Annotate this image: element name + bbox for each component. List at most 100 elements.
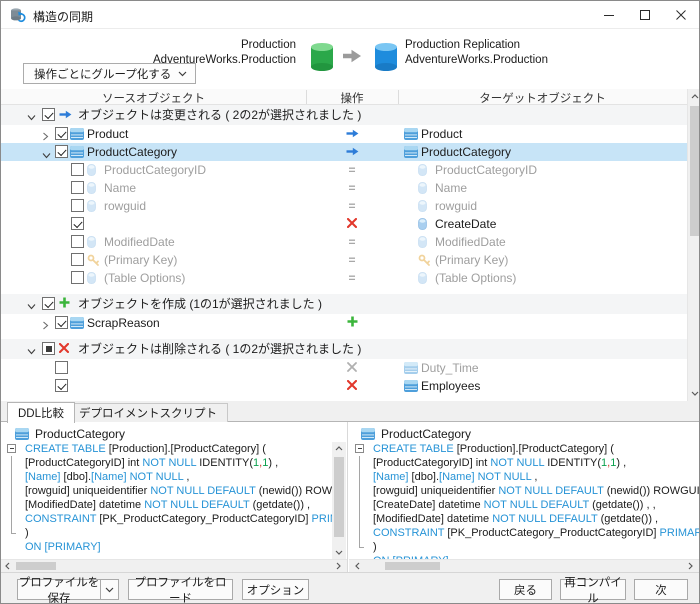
row-checkbox[interactable] bbox=[55, 379, 68, 392]
object-row[interactable]: Employees bbox=[1, 377, 687, 395]
code-fold-toggle[interactable] bbox=[7, 444, 16, 453]
scroll-down-button[interactable] bbox=[332, 546, 346, 559]
op-delete-x-icon bbox=[347, 379, 357, 393]
row-checkbox[interactable] bbox=[42, 108, 55, 121]
object-row[interactable]: CreateDate bbox=[1, 215, 687, 233]
operation-cell bbox=[337, 314, 367, 332]
row-checkbox[interactable] bbox=[55, 127, 68, 140]
chevron-down-icon bbox=[178, 71, 187, 77]
window-title: 構造の同期 bbox=[33, 8, 93, 25]
tree-vertical-scrollbar[interactable] bbox=[687, 89, 700, 401]
op-create-plus-icon bbox=[347, 316, 358, 330]
ddl-source-code: CREATE TABLE [Production].[ProductCatego… bbox=[1, 442, 332, 559]
op-equals-icon: = bbox=[348, 271, 355, 285]
primary-key-icon bbox=[87, 254, 100, 270]
target-object-label: rowguid bbox=[435, 199, 477, 214]
code-fold-line bbox=[11, 470, 12, 484]
scroll-thumb[interactable] bbox=[690, 106, 700, 236]
titlebar: 構造の同期 bbox=[1, 1, 699, 29]
row-checkbox[interactable] bbox=[55, 145, 68, 158]
op-equals-icon: = bbox=[348, 253, 355, 267]
source-object-label: ProductCategory bbox=[87, 145, 177, 160]
code-fold-line bbox=[11, 456, 12, 470]
scroll-thumb[interactable] bbox=[334, 457, 344, 537]
scroll-right-button[interactable] bbox=[332, 560, 345, 572]
scroll-thumb[interactable] bbox=[385, 562, 440, 570]
object-row[interactable]: ScrapReason bbox=[1, 314, 687, 332]
row-checkbox[interactable] bbox=[55, 361, 68, 374]
code-line: [ModifiedDate] datetime NOT NULL DEFAULT… bbox=[1, 498, 332, 512]
source-object-label: ProductCategoryID bbox=[104, 163, 206, 178]
tab-deployment-script[interactable]: デプロイメントスクリプト bbox=[68, 403, 228, 422]
object-row[interactable]: (Table Options)=(Table Options) bbox=[1, 269, 687, 287]
scroll-up-button[interactable] bbox=[332, 442, 346, 455]
row-checkbox[interactable] bbox=[71, 271, 84, 284]
collapse-chevron-icon[interactable] bbox=[42, 148, 51, 162]
row-checkbox[interactable] bbox=[42, 297, 55, 310]
scroll-left-button[interactable] bbox=[1, 560, 14, 572]
tab-ddl-comparison[interactable]: DDL比較 bbox=[7, 402, 75, 423]
scroll-thumb[interactable] bbox=[16, 562, 56, 570]
expand-chevron-icon[interactable] bbox=[42, 319, 49, 333]
code-line: [rowguid] uniqueidentifier NOT NULL DEFA… bbox=[349, 484, 699, 498]
ddl-target-title: ProductCategory bbox=[381, 427, 471, 441]
group-row[interactable]: オブジェクトは変更される ( 2の2が選択されました ) bbox=[1, 105, 687, 125]
group-row[interactable]: オブジェクトを作成 (1の1が選択されました ) bbox=[1, 294, 687, 314]
row-checkbox[interactable] bbox=[71, 181, 84, 194]
source-object-label: Name bbox=[104, 181, 136, 196]
row-checkbox[interactable] bbox=[71, 217, 84, 230]
maximize-button[interactable] bbox=[627, 1, 663, 29]
scroll-left-button[interactable] bbox=[351, 560, 364, 572]
object-row[interactable]: ModifiedDate=ModifiedDate bbox=[1, 233, 687, 251]
row-checkbox[interactable] bbox=[42, 342, 55, 355]
row-checkbox[interactable] bbox=[71, 235, 84, 248]
expand-chevron-icon[interactable] bbox=[42, 130, 49, 144]
object-row[interactable]: Name=Name bbox=[1, 179, 687, 197]
ddl-source-vertical-scrollbar[interactable] bbox=[332, 442, 346, 559]
next-button[interactable]: 次 bbox=[634, 579, 688, 600]
source-object-label: ModifiedDate bbox=[104, 235, 175, 250]
op-modify-arrow-icon bbox=[346, 127, 359, 141]
table-icon bbox=[70, 317, 84, 332]
minimize-button[interactable] bbox=[591, 1, 627, 29]
object-row[interactable]: rowguid=rowguid bbox=[1, 197, 687, 215]
chevron-down-icon bbox=[105, 587, 114, 593]
object-row[interactable]: (Primary Key)=(Primary Key) bbox=[1, 251, 687, 269]
object-row[interactable]: ProductCategoryProductCategory bbox=[1, 143, 687, 161]
row-checkbox[interactable] bbox=[71, 253, 84, 266]
group-by-operation-button[interactable]: 操作ごとにグループ化する bbox=[23, 63, 196, 84]
code-line: [ProductCategoryID] int NOT NULL IDENTIT… bbox=[349, 456, 699, 470]
collapse-chevron-icon[interactable] bbox=[27, 110, 36, 124]
back-button[interactable]: 戻る bbox=[499, 579, 552, 600]
group-row-label: オブジェクトを作成 (1の1が選択されました ) bbox=[78, 297, 322, 312]
ddl-source-horizontal-scrollbar[interactable] bbox=[1, 559, 347, 572]
group-row[interactable]: オブジェクトは削除される ( 1の2が選択されました ) bbox=[1, 339, 687, 359]
code-fold-line bbox=[11, 512, 12, 526]
object-row[interactable]: ProductCategoryID=ProductCategoryID bbox=[1, 161, 687, 179]
row-checkbox[interactable] bbox=[55, 316, 68, 329]
row-checkbox[interactable] bbox=[71, 163, 84, 176]
save-profile-button[interactable]: プロファイルを保存 bbox=[17, 579, 101, 600]
source-object-label: rowguid bbox=[104, 199, 146, 214]
options-button[interactable]: オプション bbox=[242, 579, 309, 600]
scroll-right-button[interactable] bbox=[684, 560, 697, 572]
column-icon bbox=[418, 182, 427, 197]
target-object-label: Employees bbox=[421, 379, 480, 394]
collapse-chevron-icon[interactable] bbox=[27, 344, 36, 358]
scroll-down-button[interactable] bbox=[688, 386, 700, 401]
group-by-operation-label: 操作ごとにグループ化する bbox=[34, 66, 171, 82]
object-row[interactable]: ProductProduct bbox=[1, 125, 687, 143]
operation-cell: = bbox=[337, 269, 367, 287]
recompile-button[interactable]: 再コンパイル bbox=[560, 579, 626, 600]
code-line: CREATE TABLE [Production].[ProductCatego… bbox=[349, 442, 699, 456]
scroll-up-button[interactable] bbox=[688, 89, 700, 104]
close-button[interactable] bbox=[663, 1, 699, 29]
code-fold-toggle[interactable] bbox=[355, 444, 364, 453]
ddl-target-horizontal-scrollbar[interactable] bbox=[349, 559, 699, 572]
save-profile-dropdown-button[interactable] bbox=[100, 579, 119, 600]
row-checkbox[interactable] bbox=[71, 199, 84, 212]
load-profile-button[interactable]: プロファイルをロード bbox=[128, 579, 233, 600]
grid-column-headers: ソースオブジェクト 操作 ターゲットオブジェクト bbox=[1, 89, 687, 105]
collapse-chevron-icon[interactable] bbox=[27, 299, 36, 313]
object-row[interactable]: Duty_Time bbox=[1, 359, 687, 377]
